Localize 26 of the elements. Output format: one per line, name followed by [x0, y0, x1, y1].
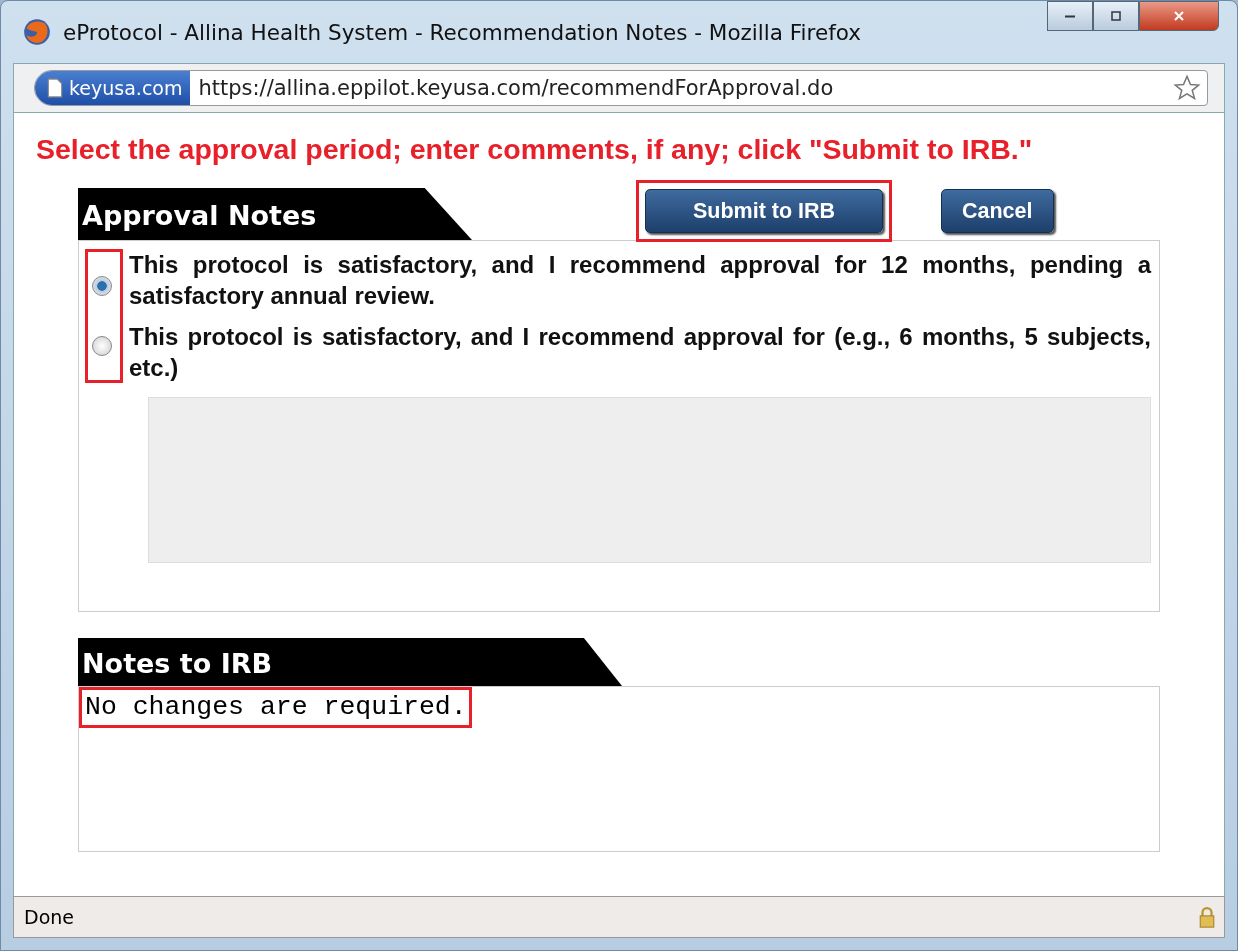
action-button[interactable]: Submit to IRB — [645, 189, 883, 233]
window-title: eProtocol - Allina Health System - Recommendation Notes - Mozilla Firefox — [63, 19, 862, 45]
option-label: This protocol is satisfactory, and I recommend approval for (e.g., 6 months, 5 subjects, etc.) — [129, 322, 1151, 383]
url-text: https://allina.eppilot.keyusa.com/recommendForApproval.do — [197, 76, 835, 100]
globe-fox-icon — [23, 18, 51, 46]
close-button[interactable] — [1139, 1, 1219, 31]
section-header: Approval Notes — [78, 188, 472, 240]
star-icon[interactable] — [1173, 74, 1201, 102]
close-icon — [1173, 10, 1185, 22]
minimize-button[interactable] — [1047, 1, 1093, 31]
action-button[interactable]: Cancel — [941, 189, 1054, 233]
status-text: Done — [24, 906, 74, 928]
notes-text-area[interactable]: No changes are required. — [78, 686, 1160, 852]
radio-button[interactable] — [92, 336, 112, 356]
notes-text: No changes are required. — [79, 687, 472, 728]
minimize-icon — [1065, 14, 1075, 18]
address-bar[interactable]: keyusa.com https://allina.eppilot.keyusa.com/recommendForApproval.do — [34, 70, 1208, 106]
radio-button[interactable] — [92, 276, 112, 296]
instruction-text: Select the approval period; enter comments, if any; click "Submit to IRB." — [36, 133, 1034, 166]
site-identity-button[interactable]: keyusa.com — [35, 71, 191, 105]
option-label: This protocol is satisfactory, and I recommend approval for 12 months, pending a satisfactory annual review. — [129, 250, 1151, 311]
padlock-icon — [1198, 905, 1216, 929]
maximize-button[interactable] — [1093, 1, 1139, 31]
page-icon — [47, 78, 63, 98]
maximize-icon — [1110, 10, 1122, 22]
section-header: Notes to IRB — [78, 638, 622, 686]
